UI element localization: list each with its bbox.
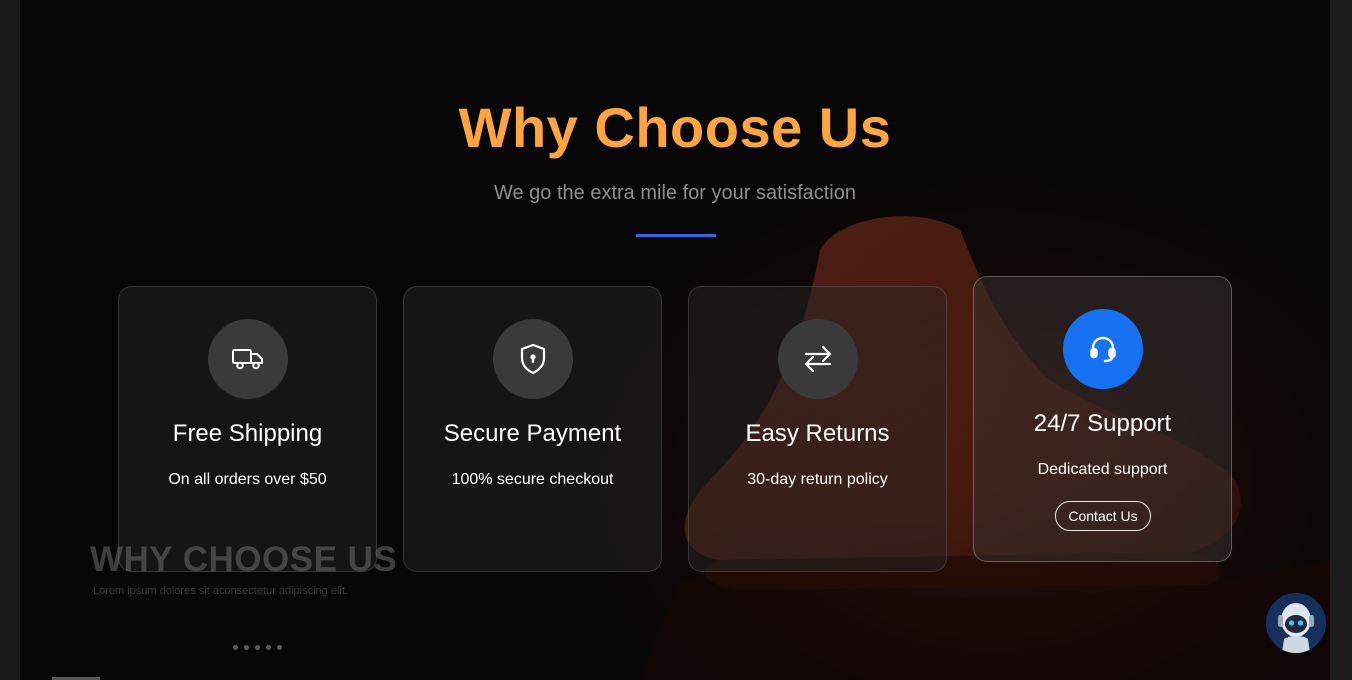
slider-dot[interactable] [244,645,249,650]
feature-card-secure-payment[interactable]: Secure Payment 100% secure checkout [403,286,662,572]
heading-divider [636,234,716,237]
slider-dots [233,645,282,650]
truck-icon [208,319,288,399]
slider-dot[interactable] [233,645,238,650]
slide-subtitle: Lorem ipsum dolores sit aconsectetur adi… [93,585,348,597]
feature-title: Easy Returns [745,420,890,447]
section-subheading: We go the extra mile for your satisfacti… [493,182,856,204]
feature-card-easy-returns[interactable]: Easy Returns 30-day return policy [688,286,947,572]
slider-dot[interactable] [255,645,260,650]
contact-us-button[interactable]: Contact Us [1055,501,1151,531]
feature-description: 30-day return policy [747,471,888,488]
feature-description: On all orders over $50 [168,471,327,488]
feature-card-support[interactable]: 24/7 Support Dedicated support Contact U… [973,276,1232,562]
section-heading: Why Choose Us [458,96,892,159]
slider-dot[interactable] [277,645,282,650]
headset-icon [1063,309,1143,389]
page-scroll-rail [1330,0,1352,680]
feature-card-free-shipping[interactable]: Free Shipping On all orders over $50 [118,286,377,572]
feature-description: 100% secure checkout [451,471,614,488]
why-choose-us-section: Why Choose Us We go the extra mile for y… [20,0,1330,680]
feature-title: 24/7 Support [1033,410,1172,437]
feature-description: Dedicated support [1037,461,1168,478]
robot-assistant-icon[interactable] [1266,593,1326,653]
feature-title: Free Shipping [172,420,323,447]
exchange-arrows-icon [778,319,858,399]
slider-dot[interactable] [266,645,271,650]
slide-title: WHY CHOOSE US [90,540,398,579]
feature-title: Secure Payment [443,420,622,447]
shield-icon [493,319,573,399]
